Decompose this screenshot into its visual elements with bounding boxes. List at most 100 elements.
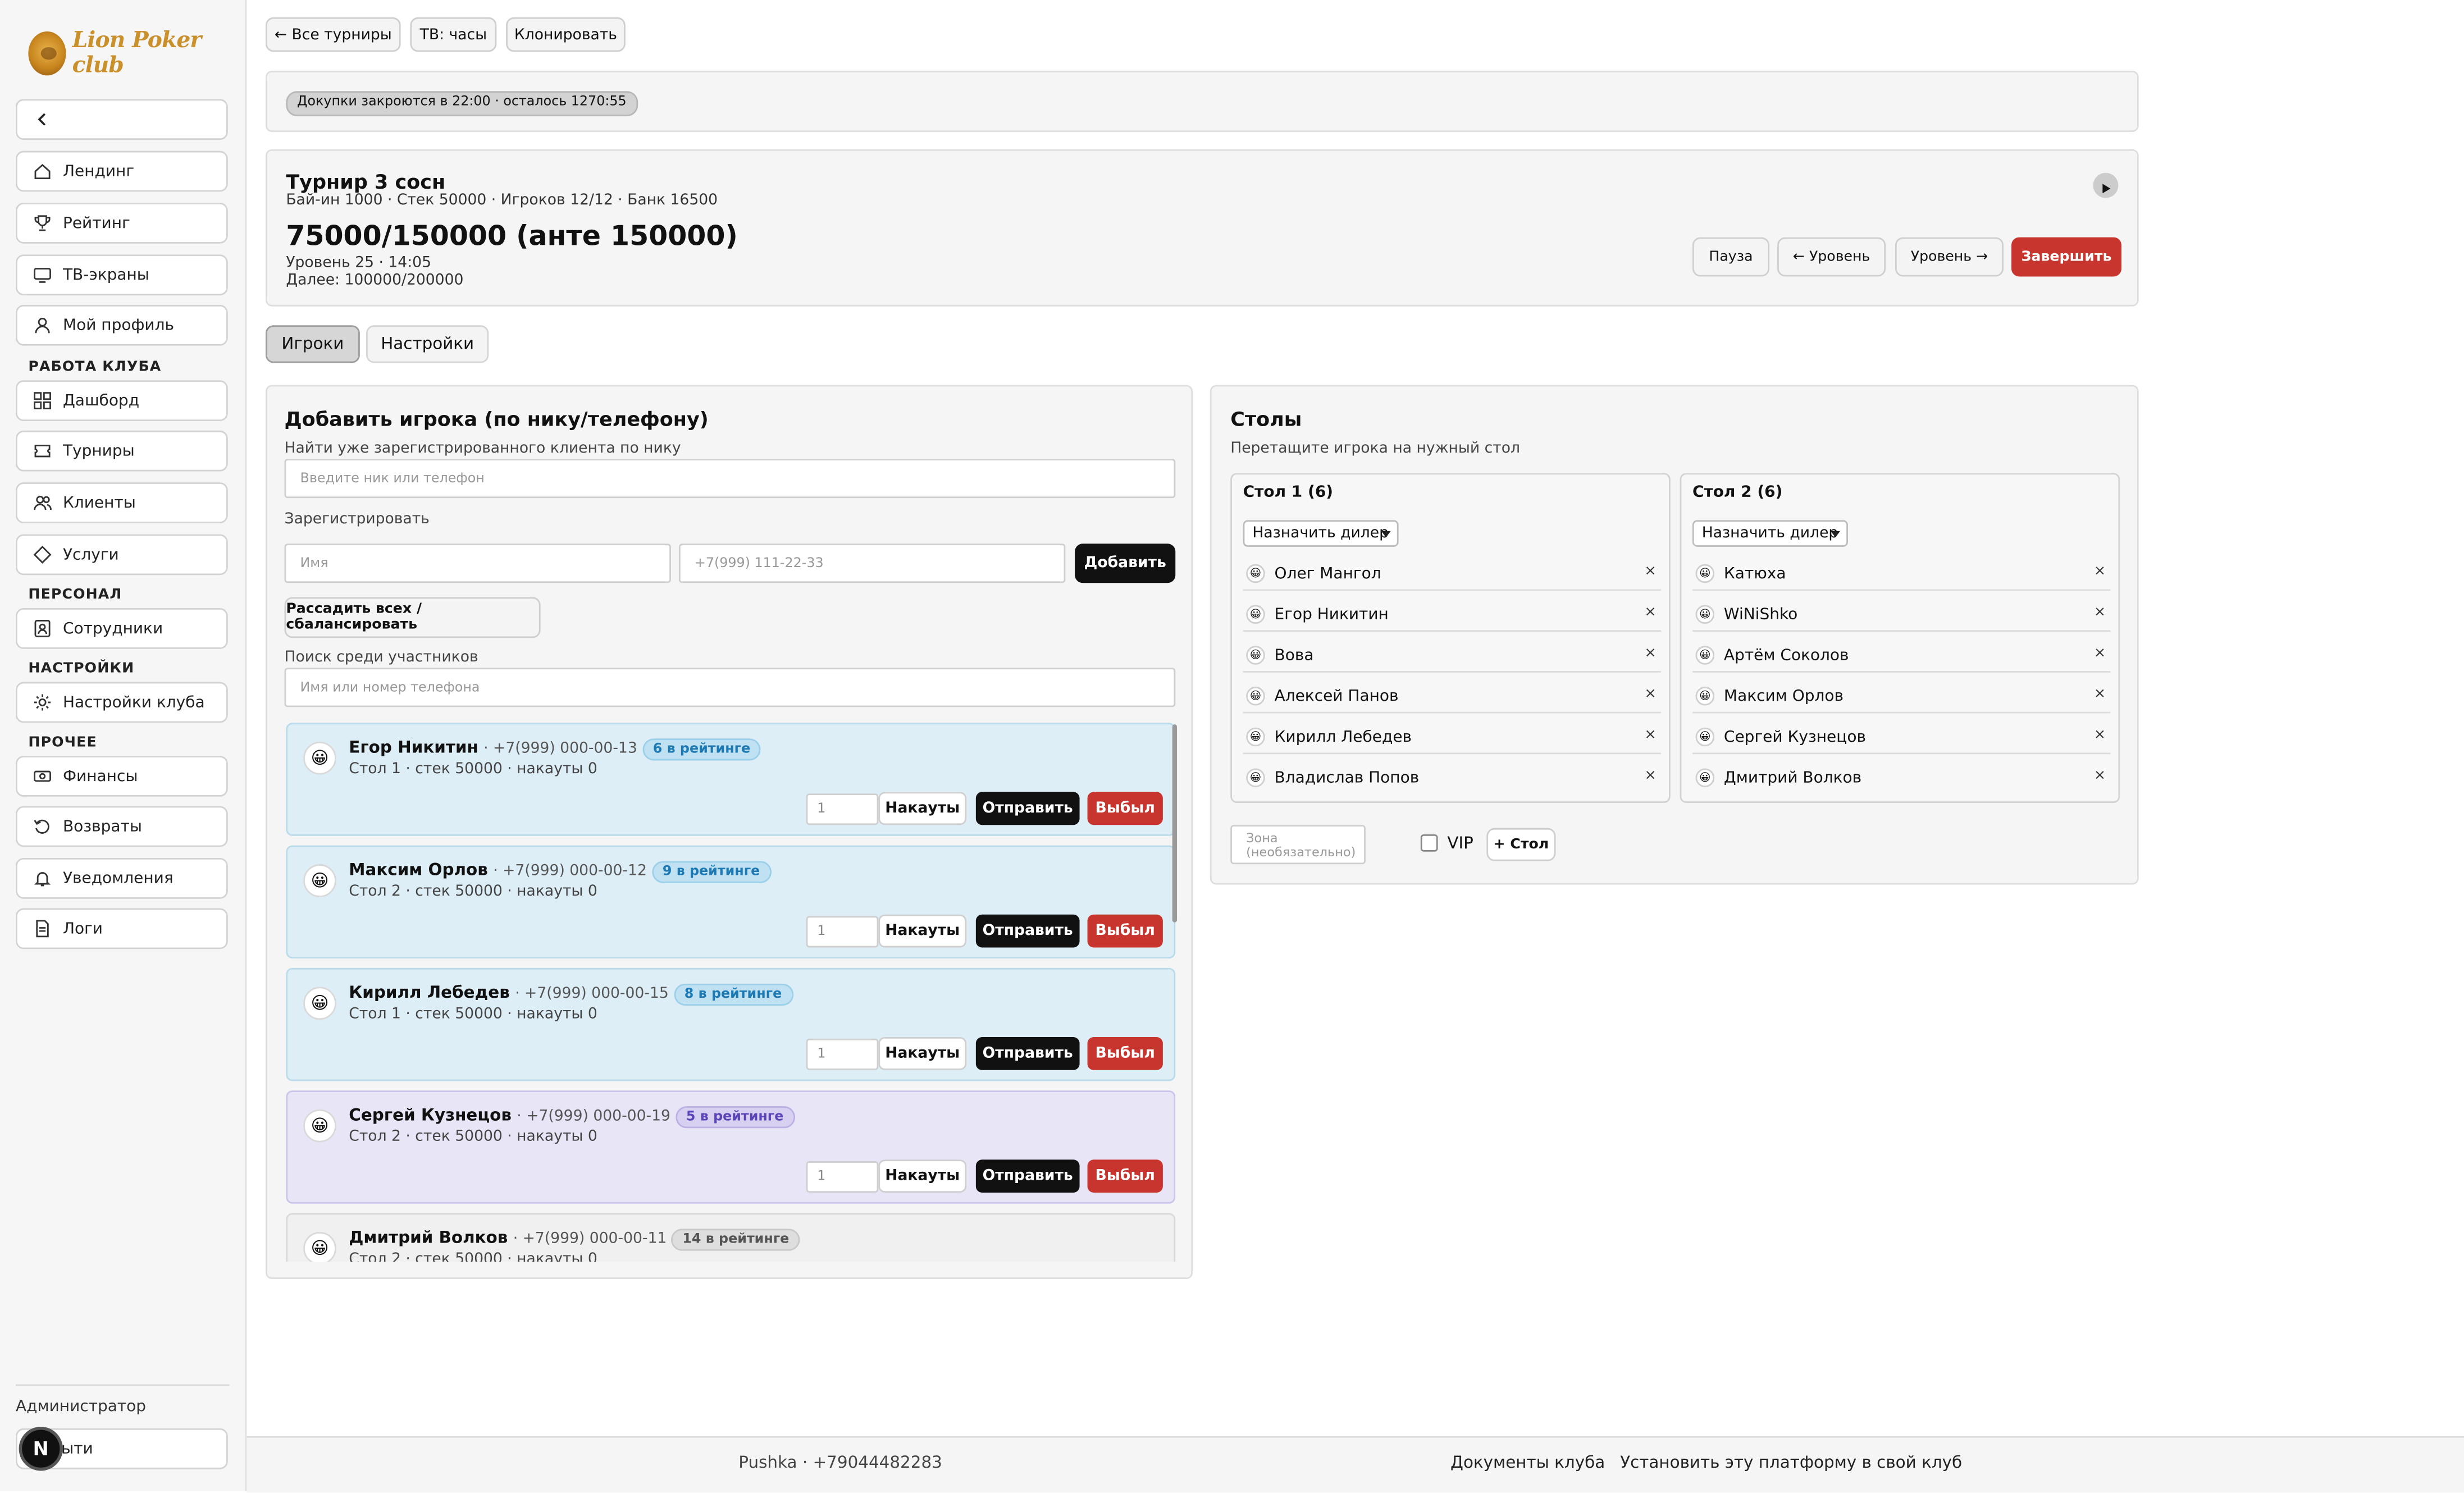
sidebar-item-clients[interactable]: Клиенты	[15, 482, 228, 523]
next-blinds: Далее: 100000/200000	[286, 272, 464, 289]
chevron-down-icon	[1381, 531, 1391, 538]
knockouts-button[interactable]: Накауты	[878, 1159, 967, 1193]
player-list-scrollbar[interactable]	[1172, 724, 1178, 923]
seat-all-button[interactable]: Рассадить всех / сбалансировать	[284, 597, 541, 638]
seat-player-name: Сергей Кузнецов	[1723, 728, 1866, 746]
table-seat[interactable]: 😀 Алексей Панов ×	[1243, 681, 1661, 714]
sidebar-item-label: Мой профиль	[62, 316, 174, 334]
seat-player-name: Вова	[1274, 646, 1314, 664]
tab-players[interactable]: Игроки	[265, 325, 360, 363]
player-name-line: Максим Орлов · +7(999) 000-00-12 9 в рейт…	[349, 861, 771, 883]
sidebar-item-notifications[interactable]: Уведомления	[15, 857, 228, 899]
logout-label: ыти	[61, 1440, 93, 1458]
send-button[interactable]: Отправить	[975, 914, 1080, 948]
player-card[interactable]: 😀 Дмитрий Волков · +7(999) 000-00-11 14 в…	[286, 1213, 1176, 1262]
play-button[interactable]	[2093, 172, 2119, 198]
participant-search-input[interactable]: Имя или номер телефона	[284, 668, 1176, 707]
remove-player-icon[interactable]: ×	[1644, 564, 1656, 580]
table-seat[interactable]: 😀 Дмитрий Волков ×	[1692, 762, 2110, 793]
remove-player-icon[interactable]: ×	[2094, 728, 2106, 743]
phone-input[interactable]: +7(999) 111-22-33	[678, 544, 1066, 583]
add-table-button[interactable]: + Стол	[1486, 828, 1556, 861]
remove-player-icon[interactable]: ×	[2094, 768, 2106, 784]
table-seat[interactable]: 😀 Егор Никитин ×	[1243, 599, 1661, 632]
remove-player-icon[interactable]: ×	[2094, 646, 2106, 661]
remove-player-icon[interactable]: ×	[2094, 605, 2106, 620]
eliminated-button[interactable]: Выбыл	[1087, 792, 1163, 825]
knockouts-quantity-input[interactable]: 1	[806, 916, 879, 948]
previous-level-button[interactable]: ← Уровень	[1777, 237, 1886, 277]
smiley-avatar-icon: 😀	[1695, 686, 1715, 706]
remove-player-icon[interactable]: ×	[1644, 605, 1656, 620]
table-seat[interactable]: 😀 Вова ×	[1243, 640, 1661, 673]
knockouts-quantity-input[interactable]: 1	[806, 1161, 879, 1193]
sidebar-item-logs[interactable]: Логи	[15, 908, 228, 949]
table-seat[interactable]: 😀 Олег Мангол ×	[1243, 558, 1661, 591]
remove-player-icon[interactable]: ×	[1644, 768, 1656, 784]
tab-settings[interactable]: Настройки	[366, 325, 489, 363]
avatar[interactable]: N	[19, 1427, 63, 1471]
sidebar-item-club-settings[interactable]: Настройки клуба	[15, 682, 228, 723]
table-seat[interactable]: 😀 Катюха ×	[1692, 558, 2111, 591]
remove-player-icon[interactable]: ×	[1644, 687, 1656, 702]
sidebar-item-landing[interactable]: Лендинг	[15, 150, 228, 192]
clone-button[interactable]: Клонировать	[506, 17, 626, 52]
table-seat[interactable]: 😀 Сергей Кузнецов ×	[1692, 721, 2111, 755]
pause-button[interactable]: Пауза	[1692, 237, 1770, 277]
eliminated-button[interactable]: Выбыл	[1087, 1159, 1163, 1193]
bell-icon	[31, 868, 53, 889]
remove-player-icon[interactable]: ×	[1644, 646, 1656, 661]
knockouts-button[interactable]: Накауты	[878, 792, 967, 825]
remove-player-icon[interactable]: ×	[1644, 728, 1656, 743]
sidebar-item-my-profile[interactable]: Мой профиль	[15, 304, 228, 346]
sidebar-collapse-button[interactable]	[15, 99, 228, 140]
sidebar-item-staff[interactable]: Сотрудники	[15, 608, 228, 649]
all-tournaments-button[interactable]: ← Все турниры	[265, 17, 401, 52]
tv-clock-button[interactable]: ТВ: часы	[410, 17, 497, 52]
table-seat[interactable]: 😀 Владислав Попов ×	[1243, 762, 1661, 793]
rating-badge: 9 в рейтинге	[651, 861, 771, 883]
footer-install-link[interactable]: Установить эту платформу в свой клуб	[1620, 1454, 1962, 1473]
player-card[interactable]: 😀 Кирилл Лебедев · +7(999) 000-00-15 8 в …	[286, 967, 1176, 1081]
remove-player-icon[interactable]: ×	[2094, 564, 2106, 580]
sidebar-item-dashboard[interactable]: Дашборд	[15, 380, 228, 421]
table-seat[interactable]: 😀 WiNiShko ×	[1692, 599, 2111, 632]
vip-checkbox[interactable]	[1420, 834, 1438, 852]
table-card[interactable]: Стол 1 (6) Назначить дилер 😀 Олег Мангол ×…	[1230, 473, 1671, 803]
sidebar-item-finance[interactable]: Финансы	[15, 756, 228, 797]
table-card[interactable]: Стол 2 (6) Назначить дилер 😀 Катюха × 😀 WiN…	[1680, 473, 2120, 803]
sidebar-item-rating[interactable]: Рейтинг	[15, 203, 228, 244]
knockouts-quantity-input[interactable]: 1	[806, 1038, 879, 1070]
sidebar-item-tv-screens[interactable]: ТВ-экраны	[15, 254, 228, 296]
eliminated-button[interactable]: Выбыл	[1087, 1037, 1163, 1070]
table-seat[interactable]: 😀 Артём Соколов ×	[1692, 640, 2111, 673]
knockouts-button[interactable]: Накауты	[878, 914, 967, 948]
player-meta: Стол 1 · стек 50000 · накауты 0	[349, 1006, 597, 1023]
assign-dealer-select[interactable]: Назначить дилер	[1692, 520, 1848, 547]
sidebar-item-services[interactable]: Услуги	[15, 534, 228, 576]
finish-tournament-button[interactable]: Завершить	[2011, 237, 2121, 277]
add-player-button[interactable]: Добавить	[1075, 544, 1176, 583]
remove-player-icon[interactable]: ×	[2094, 687, 2106, 702]
zone-input[interactable]: Зона (необязательно)	[1230, 825, 1366, 865]
assign-dealer-select[interactable]: Назначить дилер	[1243, 520, 1399, 547]
send-button[interactable]: Отправить	[975, 792, 1080, 825]
footer-docs-link[interactable]: Документы клуба	[1450, 1454, 1605, 1473]
knockouts-button[interactable]: Накауты	[878, 1037, 967, 1070]
sidebar-item-tournaments[interactable]: Турниры	[15, 430, 228, 472]
club-logo[interactable]: Lion Poker club	[28, 28, 245, 79]
sidebar-item-refunds[interactable]: Возвраты	[15, 806, 228, 847]
table-seat[interactable]: 😀 Максим Орлов ×	[1692, 681, 2111, 714]
player-card[interactable]: 😀 Егор Никитин · +7(999) 000-00-13 6 в ре…	[286, 723, 1176, 836]
send-button[interactable]: Отправить	[975, 1037, 1080, 1070]
next-level-button[interactable]: Уровень →	[1895, 237, 2004, 277]
name-input[interactable]: Имя	[284, 544, 671, 583]
player-card[interactable]: 😀 Максим Орлов · +7(999) 000-00-12 9 в ре…	[286, 845, 1176, 959]
knockouts-quantity-input[interactable]: 1	[806, 793, 879, 825]
player-card[interactable]: 😀 Сергей Кузнецов · +7(999) 000-00-19 5 в…	[286, 1090, 1176, 1204]
eliminated-button[interactable]: Выбыл	[1087, 914, 1163, 948]
find-client-input[interactable]: Введите ник или телефон	[284, 459, 1176, 499]
send-button[interactable]: Отправить	[975, 1159, 1080, 1193]
table-seat[interactable]: 😀 Кирилл Лебедев ×	[1243, 721, 1661, 755]
seat-player-name: Алексей Панов	[1274, 687, 1399, 705]
